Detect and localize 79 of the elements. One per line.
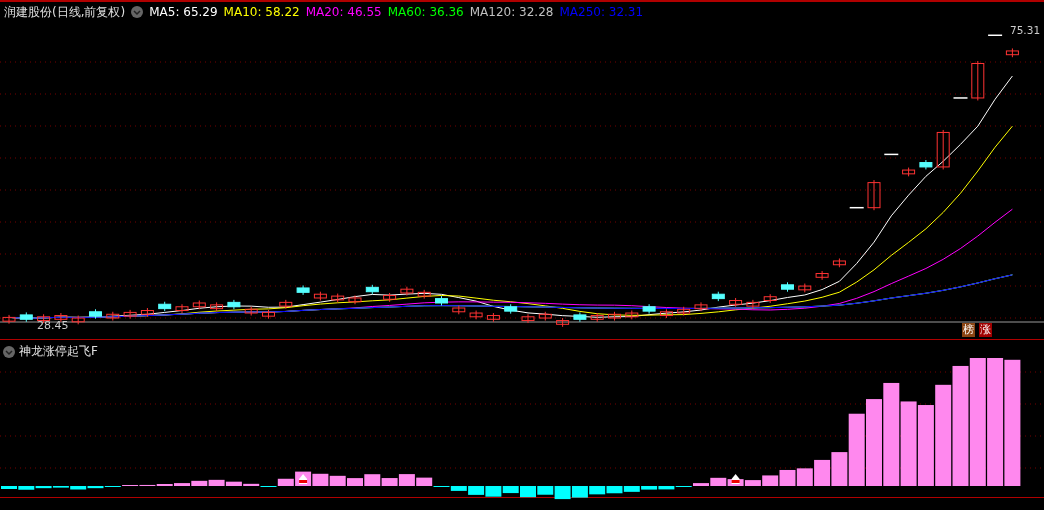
candlestick bbox=[244, 306, 258, 317]
candlestick bbox=[19, 311, 33, 323]
indicator-bar bbox=[571, 486, 588, 498]
chart-title: 润建股份(日线,前复权) bbox=[4, 3, 126, 21]
candlestick bbox=[227, 299, 241, 310]
candlestick bbox=[313, 291, 327, 301]
tag-badge[interactable]: 榜 bbox=[962, 323, 975, 337]
indicator-bar bbox=[589, 486, 606, 495]
candlestick bbox=[400, 286, 414, 296]
candlestick bbox=[711, 291, 725, 302]
moving-average-label: MA60: 36.36 bbox=[387, 5, 464, 19]
candlestick bbox=[832, 258, 846, 268]
candlestick bbox=[763, 293, 777, 304]
candlestick bbox=[504, 303, 518, 315]
candlestick bbox=[1005, 47, 1019, 58]
candlestick bbox=[987, 34, 1003, 36]
indicator-bar bbox=[485, 486, 502, 497]
candlestick bbox=[71, 315, 85, 325]
indicator-title: 神龙涨停起飞F bbox=[19, 343, 98, 360]
candlestick bbox=[867, 179, 881, 211]
candlestick bbox=[2, 314, 16, 325]
candlestick bbox=[296, 284, 310, 296]
candlestick bbox=[608, 311, 621, 322]
indicator-bar bbox=[312, 473, 329, 486]
candlestick bbox=[175, 303, 189, 314]
moving-average-label: MA120: 32.28 bbox=[469, 5, 554, 19]
high-price-label: 75.31 bbox=[1010, 24, 1041, 36]
candlestick bbox=[279, 299, 293, 310]
candlestick bbox=[452, 305, 466, 315]
candlestick bbox=[815, 270, 829, 281]
candlestick bbox=[538, 311, 552, 322]
candlestick bbox=[590, 312, 604, 323]
candlestick bbox=[936, 129, 950, 170]
tag-badge[interactable]: 涨 bbox=[979, 323, 992, 337]
candlestick bbox=[140, 307, 154, 318]
candlestick bbox=[331, 293, 345, 303]
candlestick bbox=[902, 167, 916, 177]
candlestick bbox=[486, 312, 500, 323]
candlestick bbox=[694, 301, 708, 312]
candlestick bbox=[729, 297, 743, 308]
candlestick bbox=[469, 310, 483, 320]
candlestick bbox=[158, 301, 172, 312]
candlestick bbox=[573, 311, 587, 323]
moving-average-label: MA5: 65.29 bbox=[149, 5, 218, 19]
candlestick bbox=[417, 289, 431, 300]
candlestick bbox=[521, 313, 535, 324]
candlestick bbox=[435, 295, 448, 306]
candlestick bbox=[746, 299, 760, 310]
candlestick bbox=[348, 294, 362, 305]
candlestick bbox=[848, 206, 865, 209]
rocket-icon bbox=[299, 474, 308, 484]
candlestick bbox=[677, 306, 691, 317]
rocket-icon bbox=[731, 474, 740, 484]
candlestick bbox=[798, 283, 812, 293]
candlestick bbox=[54, 312, 68, 323]
candlestick bbox=[192, 300, 206, 310]
candlestick bbox=[952, 97, 969, 99]
candlestick bbox=[89, 308, 102, 320]
candlestick bbox=[659, 308, 673, 319]
dropdown-icon[interactable] bbox=[3, 345, 15, 358]
candlestick bbox=[556, 317, 570, 328]
moving-average-label: MA20: 46.55 bbox=[305, 5, 382, 19]
candlestick bbox=[210, 301, 224, 312]
candlestick bbox=[625, 310, 639, 320]
candlestick bbox=[262, 309, 275, 320]
candlestick bbox=[883, 153, 900, 156]
candlestick bbox=[383, 292, 397, 303]
dropdown-icon[interactable] bbox=[131, 6, 144, 18]
candlestick bbox=[781, 281, 794, 293]
candlestick bbox=[919, 159, 933, 170]
low-price-label: 28.45 bbox=[37, 319, 69, 332]
indicator-bar bbox=[329, 475, 346, 486]
candlestick bbox=[642, 303, 656, 315]
candlestick bbox=[971, 60, 985, 101]
candlestick bbox=[106, 311, 120, 322]
moving-average-label: MA250: 32.31 bbox=[559, 5, 644, 19]
candlestick bbox=[123, 309, 137, 320]
moving-average-label: MA10: 58.22 bbox=[223, 5, 300, 19]
candlestick bbox=[365, 284, 379, 295]
